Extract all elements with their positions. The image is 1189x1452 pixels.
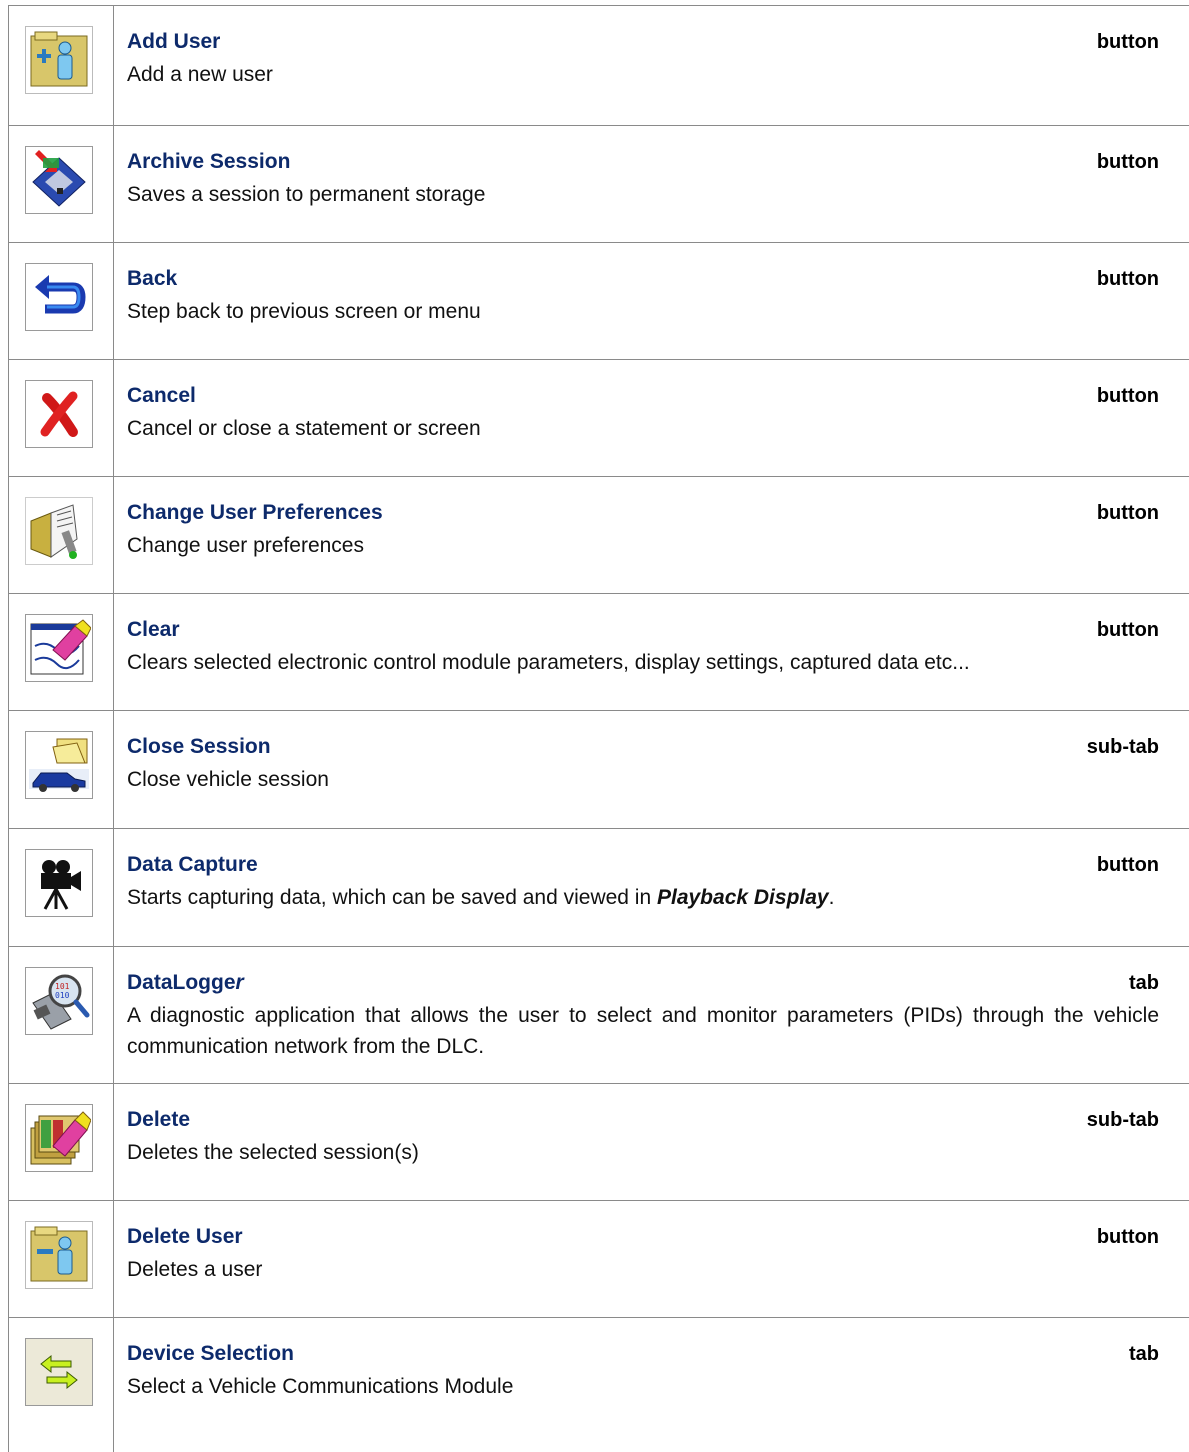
icon-cell <box>8 477 114 593</box>
entry-title: Data Capture <box>127 853 258 876</box>
entry-kind: button <box>1096 385 1159 407</box>
icon-cell <box>8 1201 114 1317</box>
entry-description: Cancel or close a statement or screen <box>127 417 481 440</box>
close-session-icon <box>25 731 93 799</box>
entry-description: Step back to previous screen or menu <box>127 300 481 323</box>
table-row: Delete User button Deletes a user <box>8 1200 1189 1317</box>
delete-sessions-icon <box>25 1104 93 1172</box>
table-row: Close Session sub-tab Close vehicle sess… <box>8 710 1189 828</box>
table-row: Add User button Add a new user <box>8 5 1189 125</box>
entry-kind: button <box>1096 619 1159 641</box>
entry-title: Archive Session <box>127 150 291 173</box>
table-row: Back button Step back to previous screen… <box>8 242 1189 359</box>
table-row: Clear button Clears selected electronic … <box>8 593 1189 710</box>
icon-cell <box>8 1318 114 1452</box>
title-italic-suffix: r <box>235 971 244 994</box>
icon-cell <box>8 829 114 946</box>
table-row: 101 010 DataLogger tab A diagnostic appl… <box>8 946 1189 1083</box>
red-x-icon <box>25 380 93 448</box>
icon-cell <box>8 243 114 359</box>
table-row: Change User Preferences button Change us… <box>8 476 1189 593</box>
table-row: Delete sub-tab Deletes the selected sess… <box>8 1083 1189 1200</box>
entry-kind: sub-tab <box>1086 736 1159 758</box>
delete-user-icon <box>25 1221 93 1289</box>
entry-title: Close Session <box>127 735 271 758</box>
datalogger-magnifier-icon: 101 010 <box>25 967 93 1035</box>
svg-text:101: 101 <box>55 982 70 991</box>
icon-cell <box>8 126 114 242</box>
entry-description: A diagnostic application that allows the… <box>127 1004 1159 1058</box>
entry-description: Add a new user <box>127 63 273 86</box>
entry-description: Deletes the selected session(s) <box>127 1141 419 1164</box>
table-row: Cancel button Cancel or close a statemen… <box>8 359 1189 476</box>
entry-title: Clear <box>127 618 180 641</box>
entry-title: Change User Preferences <box>127 501 383 524</box>
entry-title: Back <box>127 267 178 290</box>
glossary-table: Add User button Add a new user Archive S… <box>8 5 1189 1452</box>
entry-description: Select a Vehicle Communications Module <box>127 1375 514 1398</box>
back-arrow-icon <box>25 263 93 331</box>
entry-kind: button <box>1096 268 1159 290</box>
table-row: Device Selection tab Select a Vehicle Co… <box>8 1317 1189 1452</box>
entry-kind: tab <box>1129 972 1159 994</box>
entry-title: Add User <box>127 30 221 53</box>
entry-description: Change user preferences <box>127 534 364 557</box>
device-arrows-icon <box>25 1338 93 1406</box>
entry-title: Delete User <box>127 1225 243 1248</box>
entry-description: Close vehicle session <box>127 768 329 791</box>
icon-cell: 101 010 <box>8 947 114 1083</box>
entry-kind: button <box>1096 854 1159 876</box>
entry-kind: button <box>1096 502 1159 524</box>
movie-camera-icon <box>25 849 93 917</box>
entry-description: Clears selected electronic control modul… <box>127 651 970 674</box>
icon-cell <box>8 1084 114 1200</box>
title-text: DataLogge <box>127 971 236 994</box>
entry-kind: sub-tab <box>1086 1109 1159 1131</box>
entry-title: Delete <box>127 1108 191 1131</box>
icon-cell <box>8 594 114 710</box>
entry-description: Deletes a user <box>127 1258 263 1281</box>
table-row: Archive Session button Saves a session t… <box>8 125 1189 242</box>
entry-kind: tab <box>1129 1343 1159 1365</box>
entry-kind: button <box>1096 1226 1159 1248</box>
description-text: Starts capturing data, which can be save… <box>127 886 657 909</box>
icon-cell <box>8 360 114 476</box>
entry-description: Starts capturing data, which can be save… <box>127 882 1159 913</box>
icon-cell <box>8 711 114 828</box>
eraser-icon <box>25 614 93 682</box>
entry-title: DataLogger <box>127 969 1159 997</box>
entry-title: Device Selection <box>127 1342 294 1365</box>
preferences-icon <box>25 497 93 565</box>
icon-cell <box>8 6 114 125</box>
entry-kind: button <box>1096 151 1159 173</box>
table-row: Data Capture button Starts capturing dat… <box>8 828 1189 946</box>
entry-description: Saves a session to permanent storage <box>127 183 486 206</box>
description-punctuation: . <box>828 886 835 909</box>
entry-kind: button <box>1096 31 1159 53</box>
archive-disk-icon <box>25 146 93 214</box>
entry-title: Cancel <box>127 384 196 407</box>
playback-display-reference: Playback Display <box>656 886 829 909</box>
add-user-icon <box>25 26 93 94</box>
svg-text:010: 010 <box>55 991 70 1000</box>
